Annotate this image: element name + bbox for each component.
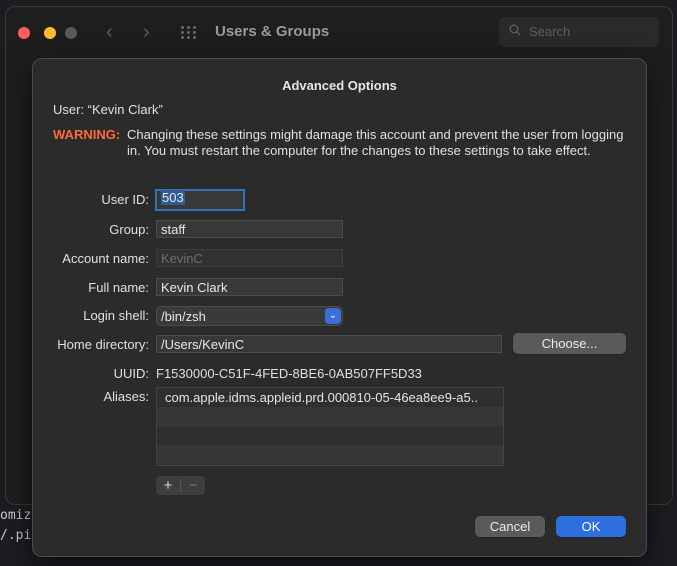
alias-row	[157, 445, 503, 464]
uuid-label: UUID:	[113, 366, 149, 381]
user-line: User: “Kevin Clark”	[53, 102, 163, 117]
login-shell-label: Login shell:	[83, 308, 149, 323]
alias-row	[157, 426, 503, 445]
warning-message: WARNING: Changing these settings might da…	[53, 127, 633, 159]
choose-button[interactable]: Choose...	[513, 333, 626, 354]
aliases-list[interactable]: com.apple.idms.appleid.prd.000810-05-46e…	[156, 387, 504, 466]
window-title: Users & Groups	[215, 23, 330, 40]
alias-row[interactable]: com.apple.idms.appleid.prd.000810-05-46e…	[157, 388, 503, 407]
terminal-text: /.pi	[0, 528, 32, 543]
login-shell-select[interactable]: /bin/zsh ⌄	[156, 306, 343, 326]
minimize-window-button[interactable]	[44, 27, 56, 39]
search-icon	[509, 24, 521, 36]
zoom-window-button[interactable]	[65, 27, 77, 39]
terminal-text: omiz	[0, 508, 32, 523]
alias-row	[157, 407, 503, 426]
ok-button[interactable]: OK	[556, 516, 626, 537]
home-directory-label: Home directory:	[57, 337, 149, 352]
advanced-options-sheet: Advanced Options User: “Kevin Clark” WAR…	[32, 58, 647, 557]
group-label: Group:	[109, 222, 149, 237]
user-id-value: 503	[161, 190, 185, 205]
warning-text: Changing these settings might damage thi…	[127, 127, 624, 158]
search-placeholder: Search	[529, 24, 571, 39]
close-window-button[interactable]	[18, 27, 30, 39]
full-name-field[interactable]: Kevin Clark	[156, 278, 343, 296]
account-name-field: KevinC	[156, 249, 343, 267]
chevron-down-icon: ⌄	[325, 308, 341, 324]
add-remove-control: + −	[156, 476, 205, 495]
search-field[interactable]: Search	[499, 17, 659, 47]
login-shell-value: /bin/zsh	[161, 309, 206, 324]
group-field[interactable]: staff	[156, 220, 343, 238]
user-id-field[interactable]: 503	[155, 189, 245, 211]
home-directory-field[interactable]: /Users/KevinC	[156, 335, 502, 353]
back-chevron-icon[interactable]: ‹	[106, 21, 113, 44]
cancel-button[interactable]: Cancel	[475, 516, 545, 537]
window-titlebar: ‹ › Users & Groups Search	[6, 7, 672, 57]
show-all-grid-icon[interactable]	[181, 26, 199, 40]
uuid-value: F1530000-C51F-4FED-8BE6-0AB507FF5D33	[156, 366, 422, 381]
add-alias-button[interactable]: +	[156, 476, 180, 495]
warning-label: WARNING:	[53, 127, 121, 142]
full-name-label: Full name:	[88, 280, 149, 295]
user-id-label: User ID:	[101, 192, 149, 207]
sheet-title: Advanced Options	[282, 78, 397, 93]
aliases-label: Aliases:	[103, 389, 149, 404]
remove-alias-button[interactable]: −	[181, 476, 205, 495]
account-name-label: Account name:	[62, 251, 149, 266]
forward-chevron-icon[interactable]: ›	[143, 21, 150, 44]
